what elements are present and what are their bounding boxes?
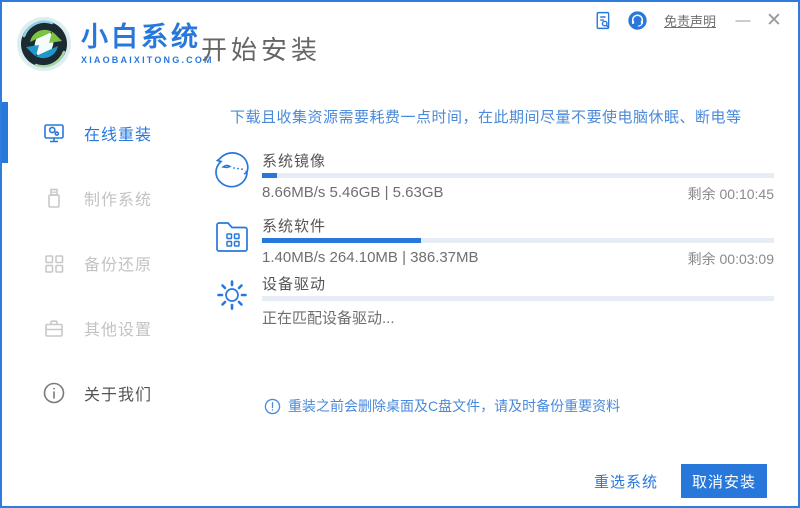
info-circle-icon [43,382,65,403]
titlebar-controls: 免责声明 — ✕ [578,9,784,32]
progress-bar [262,296,774,301]
progress-fill [262,238,421,243]
monitor-icon [44,123,64,142]
alert-circle-icon [264,398,281,414]
toolbox-icon [45,319,63,337]
sidebar-item-backup-restore[interactable]: 备份还原 [2,230,202,295]
usb-drive-icon [48,188,60,208]
blocks-grid-icon [45,254,64,273]
progress-fill [262,173,278,178]
backup-warning-text: 重装之前会删除桌面及C盘文件，请及时备份重要资料 [288,398,621,414]
logo-subtitle: XIAOBAIXITONG.COM [81,55,214,66]
task-time-remaining: 剩余 00:10:45 [687,186,774,202]
logo-text: 小白系统 XIAOBAIXITONG.COM [81,21,214,66]
app-window: 小白系统 XIAOBAIXITONG.COM 开始安装 免责声明 — ✕ 在线重… [0,0,800,508]
download-notice-text: 下载且收集资源需要耗费一点时间，在此期间尽量不要使电脑休眠、断电等 [230,109,742,126]
reselect-system-button[interactable]: 重选系统 [594,471,658,492]
task-label: 系统镜像 [262,153,327,170]
minimize-button[interactable]: — [734,12,752,29]
logo-title: 小白系统 [81,21,201,52]
sidebar-item-online-reinstall[interactable]: 在线重装 [2,100,202,165]
sidebar-item-label: 关于我们 [84,386,153,404]
cancel-install-button[interactable]: 取消安装 [681,464,767,498]
sidebar-item-label: 备份还原 [84,256,153,274]
backup-warning-note: 重装之前会删除桌面及C盘文件，请及时备份重要资料 [264,396,620,416]
active-indicator [2,102,8,163]
disclaimer-link[interactable]: 免责声明 [664,11,716,30]
sidebar-item-make-system[interactable]: 制作系统 [2,165,202,230]
license-document-icon[interactable] [592,10,613,31]
task-label: 设备驱动 [262,276,327,293]
task-time-remaining: 剩余 00:03:09 [687,251,774,267]
progress-bar [262,173,774,178]
sidebar-item-about-us[interactable]: 关于我们 [2,360,202,425]
mascot-face-icon [215,152,249,188]
task-speed-detail: 8.66MB/s 5.46GB | 5.63GB [262,184,444,201]
close-button[interactable]: ✕ [764,9,784,32]
sidebar-item-label: 制作系统 [84,191,153,209]
sidebar-item-other-settings[interactable]: 其他设置 [2,295,202,360]
progress-bar [262,238,774,243]
customer-service-icon[interactable] [627,10,648,31]
sidebar-item-label: 其他设置 [84,321,153,339]
gear-icon [217,280,247,310]
task-status-text: 正在匹配设备驱动... [262,310,395,327]
page-title: 开始安装 [201,35,322,65]
sidebar-item-label: 在线重装 [84,126,153,144]
logo-swirl-icon [17,17,71,71]
task-label: 系统软件 [262,218,327,235]
folder-apps-icon [216,222,248,252]
sidebar: 在线重装 制作系统 备份还原 其他设置 关于我们 [2,100,202,425]
app-logo: 小白系统 XIAOBAIXITONG.COM [16,16,214,72]
task-speed-detail: 1.40MB/s 264.10MB | 386.37MB [262,249,479,266]
